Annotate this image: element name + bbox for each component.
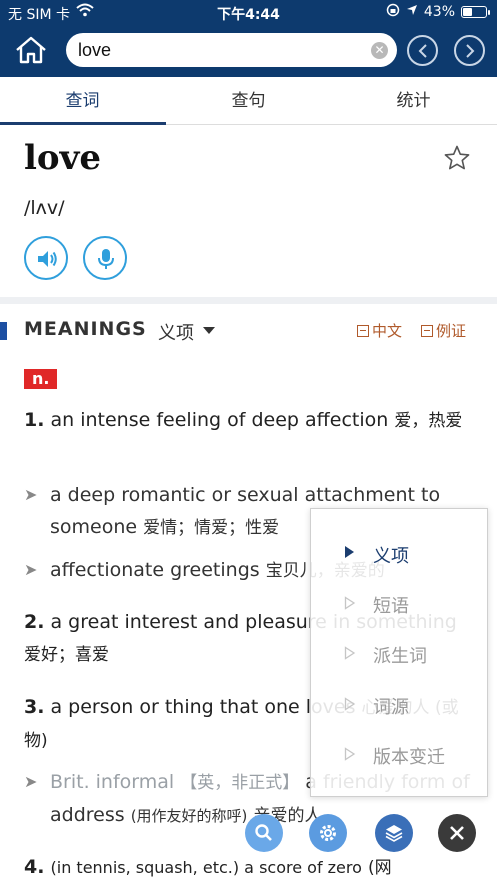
triangle-right-icon xyxy=(345,546,354,558)
part-of-speech-badge: n. xyxy=(24,369,58,389)
triangle-right-icon xyxy=(344,646,356,660)
gear-icon xyxy=(320,825,336,841)
sense-item: 4. (in tennis, squash, etc.) a score of … xyxy=(24,851,479,883)
battery-icon xyxy=(461,6,490,18)
meanings-title: MEANINGS xyxy=(24,318,147,340)
search-icon xyxy=(255,824,272,841)
forward-button[interactable] xyxy=(454,35,485,66)
sense-number: 2. xyxy=(24,611,45,633)
search-fab[interactable] xyxy=(245,814,283,852)
layers-icon xyxy=(385,825,403,842)
sense-definition: an intense feeling of deep affection xyxy=(50,409,389,431)
tab-bar: 查词 查句 统计 xyxy=(0,77,497,125)
triangle-right-icon xyxy=(344,747,356,761)
close-fab[interactable] xyxy=(438,814,476,852)
section-menu: 义项 短语 派生词 词源 版本变迁 xyxy=(310,508,488,797)
home-button[interactable] xyxy=(14,35,48,65)
sense-definition: (in tennis, squash, etc.) a score of zer… xyxy=(50,858,362,877)
menu-item-label: 短语 xyxy=(373,596,409,617)
toggle-chinese[interactable]: 中文 xyxy=(357,320,402,341)
menu-item-etymology[interactable]: 词源 xyxy=(311,685,489,725)
register-label: Brit. informal xyxy=(50,771,175,793)
toggle-chinese-label: 中文 xyxy=(372,322,403,340)
sense-translation: (网 xyxy=(367,858,392,878)
battery-fill xyxy=(463,8,473,16)
tab-statistics[interactable]: 统计 xyxy=(331,77,496,125)
sense-translation: 爱，热爱 xyxy=(394,411,463,431)
star-icon xyxy=(444,145,470,170)
status-bar: 无 SIM 卡 下午4:44 43% xyxy=(0,0,497,26)
tab-lookup-sentence[interactable]: 查句 xyxy=(166,77,331,125)
microphone-icon xyxy=(98,249,114,269)
search-box[interactable]: ✕ xyxy=(66,33,397,67)
caret-down-icon[interactable] xyxy=(203,327,215,334)
menu-item-label: 派生词 xyxy=(373,646,427,667)
tab-lookup-word[interactable]: 查词 xyxy=(0,77,165,125)
toggle-examples-label: 例证 xyxy=(436,322,467,340)
bullet-arrow-icon: ➤ xyxy=(24,560,38,579)
favorite-button[interactable] xyxy=(443,144,471,176)
section-divider xyxy=(0,297,497,304)
subsense-translation: 爱情；情爱；性爱 xyxy=(143,518,280,538)
collapse-icon xyxy=(421,324,433,337)
back-button[interactable] xyxy=(407,35,438,66)
location-icon xyxy=(406,4,418,20)
record-button[interactable] xyxy=(83,236,127,280)
menu-item-derivatives[interactable]: 派生词 xyxy=(311,634,489,674)
search-input[interactable] xyxy=(78,37,368,63)
settings-fab[interactable] xyxy=(309,814,347,852)
menu-item-version-changes[interactable]: 版本变迁 xyxy=(311,735,489,775)
menu-item-label: 义项 xyxy=(373,546,409,567)
toggle-examples[interactable]: 例证 xyxy=(421,320,466,341)
clear-icon[interactable]: ✕ xyxy=(371,42,388,59)
menu-item-meanings[interactable]: 义项 xyxy=(311,534,489,574)
pronounce-button[interactable] xyxy=(24,236,68,280)
menu-item-phrases[interactable]: 短语 xyxy=(311,584,489,624)
bullet-arrow-icon: ➤ xyxy=(24,485,38,504)
home-icon xyxy=(16,36,46,64)
sense-number: 3. xyxy=(24,696,45,718)
menu-item-label: 版本变迁 xyxy=(373,747,445,768)
battery-percent: 43% xyxy=(423,4,455,20)
headword: love xyxy=(24,138,101,178)
active-tab-indicator xyxy=(0,122,166,125)
register-label-zh: 【英，非正式】 xyxy=(180,773,300,793)
top-bar: 无 SIM 卡 下午4:44 43% ✕ xyxy=(0,0,497,77)
phonetic: /lʌv/ xyxy=(24,197,65,219)
rotation-lock-icon xyxy=(386,3,400,21)
subsense-note: (用作友好的称呼) xyxy=(130,807,248,825)
status-right: 43% xyxy=(386,3,490,21)
subsense-definition: affectionate greetings xyxy=(50,559,260,581)
triangle-right-icon xyxy=(344,596,356,610)
sense-translation: 爱好；喜爱 xyxy=(24,645,109,665)
speaker-icon xyxy=(38,251,57,267)
triangle-right-icon xyxy=(344,697,356,711)
meanings-dropdown[interactable]: 义项 xyxy=(158,319,194,345)
layers-fab[interactable] xyxy=(375,814,413,852)
bullet-arrow-icon: ➤ xyxy=(24,772,38,791)
chevron-left-icon xyxy=(418,44,427,58)
chevron-right-icon xyxy=(466,44,475,58)
menu-item-label: 词源 xyxy=(373,697,409,718)
collapse-icon xyxy=(357,324,369,337)
close-icon xyxy=(450,826,464,840)
sense-item: 1. an intense feeling of deep affection … xyxy=(24,404,479,437)
section-marker xyxy=(0,322,7,340)
sense-number: 4. xyxy=(24,856,45,878)
sense-number: 1. xyxy=(24,409,45,431)
